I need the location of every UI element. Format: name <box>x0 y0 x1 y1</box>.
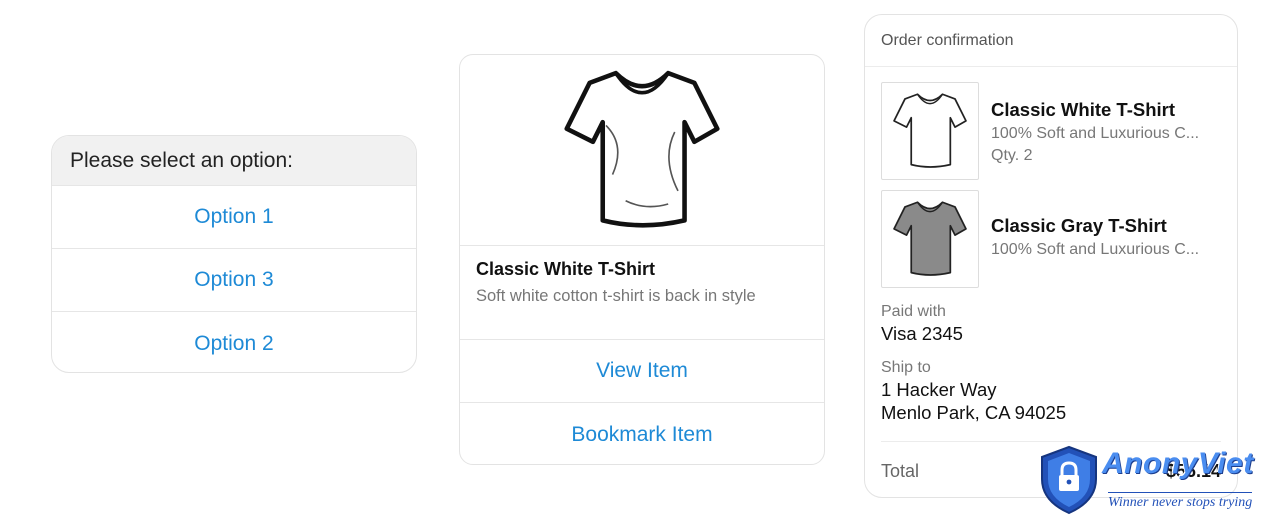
gray-tshirt-icon <box>893 201 967 276</box>
ship-to-label: Ship to <box>881 359 931 376</box>
item-thumbnail <box>881 82 979 180</box>
product-subtitle: Soft white cotton t-shirt is back in sty… <box>476 287 756 305</box>
product-title: Classic White T-Shirt <box>476 259 656 279</box>
order-receipt-card: Order confirmation Classic White T-Shirt… <box>864 14 1238 498</box>
watermark: AnonyViet Winner never stops trying <box>1038 445 1278 515</box>
ship-to-line2: Menlo Park, CA 94025 <box>881 402 1067 423</box>
item-quantity: Qty. 2 <box>991 147 1033 164</box>
quick-replies-prompt: Please select an option: <box>52 136 416 186</box>
item-description: 100% Soft and Luxurious C... <box>991 125 1200 142</box>
item-thumbnail <box>881 190 979 288</box>
paid-with-label: Paid with <box>881 303 946 320</box>
white-tshirt-icon <box>564 70 720 228</box>
total-label: Total <box>881 460 920 481</box>
watermark-brand: AnonyViet <box>1102 447 1254 480</box>
item-description: 100% Soft and Luxurious C... <box>991 241 1200 258</box>
item-name: Classic Gray T-Shirt <box>991 215 1167 236</box>
white-tshirt-icon <box>893 93 967 168</box>
receipt-header: Order confirmation <box>865 15 1237 67</box>
option-3-button[interactable]: Option 3 <box>52 249 416 312</box>
bookmark-item-button[interactable]: Bookmark Item <box>460 403 824 464</box>
option-2-button[interactable]: Option 2 <box>52 312 416 372</box>
option-1-button[interactable]: Option 1 <box>52 186 416 249</box>
product-image[interactable] <box>460 55 824 246</box>
view-item-button[interactable]: View Item <box>460 340 824 403</box>
ship-to-line1: 1 Hacker Way <box>881 379 997 400</box>
item-name: Classic White T-Shirt <box>991 99 1176 120</box>
shield-lock-icon <box>1041 445 1097 515</box>
product-card: Classic White T-Shirt Soft white cotton … <box>459 54 825 465</box>
receipt-line-item: Classic White T-Shirt 100% Soft and Luxu… <box>881 82 1226 180</box>
watermark-tagline: Winner never stops trying <box>1108 492 1253 511</box>
paid-with-value: Visa 2345 <box>881 323 963 344</box>
product-info: Classic White T-Shirt Soft white cotton … <box>460 246 824 340</box>
quick-replies-card: Please select an option: Option 1 Option… <box>51 135 417 373</box>
receipt-line-item: Classic Gray T-Shirt 100% Soft and Luxur… <box>881 190 1226 288</box>
